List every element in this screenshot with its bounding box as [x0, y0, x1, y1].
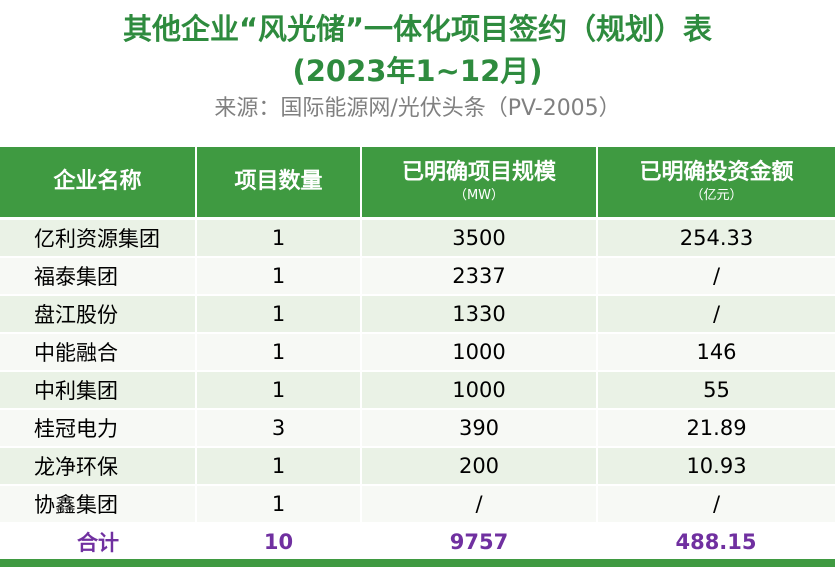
cell-investment: 55 — [597, 371, 835, 410]
table-row: 福泰集团 1 2337 / — [0, 257, 835, 296]
table-header: 企业名称 项目数量 已明确项目规模 （MW） 已明确投资金额 （亿元） — [0, 147, 835, 220]
table-row: 亿利资源集团 1 3500 254.33 — [0, 218, 835, 258]
cell-project-scale: 1000 — [361, 333, 598, 372]
cell-investment: / — [597, 257, 835, 296]
title-line-2: (2023年1~12月) — [292, 54, 543, 88]
cell-investment: / — [597, 295, 835, 334]
source-note: 来源：国际能源网/光伏头条（PV-2005） — [214, 96, 621, 121]
project-table: 企业名称 项目数量 已明确项目规模 （MW） 已明确投资金额 （亿元） 亿利资源… — [0, 147, 835, 563]
total-count: 10 — [196, 523, 361, 563]
cell-project-scale: 2337 — [361, 257, 598, 296]
cell-project-count: 1 — [196, 447, 362, 486]
table-row: 盘江股份 1 1330 / — [0, 295, 835, 334]
cell-company-name: 盘江股份 — [0, 295, 197, 334]
cell-project-scale: 200 — [361, 447, 598, 486]
cell-investment: 10.93 — [597, 447, 835, 486]
cell-investment: 21.89 — [597, 409, 835, 448]
title-line-1: 其他企业“风光储”一体化项目签约（规划）表 — [122, 12, 713, 46]
total-scale: 9757 — [361, 523, 597, 563]
table-row: 中利集团 1 1000 55 — [0, 371, 835, 410]
cell-company-name: 亿利资源集团 — [0, 218, 197, 258]
cell-investment: / — [597, 485, 835, 524]
cell-project-count: 1 — [196, 371, 362, 410]
cell-investment: 146 — [597, 333, 835, 372]
cell-company-name: 桂冠电力 — [0, 409, 197, 448]
cell-project-scale: 1330 — [361, 295, 598, 334]
header-company-name: 企业名称 — [0, 147, 197, 220]
cell-investment: 254.33 — [597, 218, 835, 258]
cell-project-count: 1 — [196, 257, 362, 296]
cell-project-scale: 3500 — [361, 218, 598, 258]
table-row: 龙净环保 1 200 10.93 — [0, 447, 835, 486]
cell-project-scale: 1000 — [361, 371, 598, 410]
header-project-scale: 已明确项目规模 （MW） — [361, 147, 598, 220]
cell-project-scale: / — [361, 485, 598, 524]
page-title: 其他企业“风光储”一体化项目签约（规划）表 (2023年1~12月) — [0, 0, 835, 92]
cell-project-count: 1 — [196, 333, 362, 372]
table-row: 中能融合 1 1000 146 — [0, 333, 835, 372]
bottom-divider — [0, 563, 835, 567]
header-project-count: 项目数量 — [196, 147, 362, 220]
cell-project-scale: 390 — [361, 409, 598, 448]
cell-project-count: 1 — [196, 295, 362, 334]
cell-project-count: 3 — [196, 409, 362, 448]
cell-company-name: 中能融合 — [0, 333, 197, 372]
cell-project-count: 1 — [196, 218, 362, 258]
cell-company-name: 中利集团 — [0, 371, 197, 410]
total-row: 合计 10 9757 488.15 — [0, 523, 835, 563]
header-investment: 已明确投资金额 （亿元） — [597, 147, 835, 220]
cell-project-count: 1 — [196, 485, 362, 524]
cell-company-name: 福泰集团 — [0, 257, 197, 296]
table-row: 桂冠电力 3 390 21.89 — [0, 409, 835, 448]
table-row: 协鑫集团 1 / / — [0, 485, 835, 524]
total-label: 合计 — [0, 523, 196, 563]
cell-company-name: 龙净环保 — [0, 447, 197, 486]
cell-company-name: 协鑫集团 — [0, 485, 197, 524]
total-investment: 488.15 — [597, 523, 835, 563]
